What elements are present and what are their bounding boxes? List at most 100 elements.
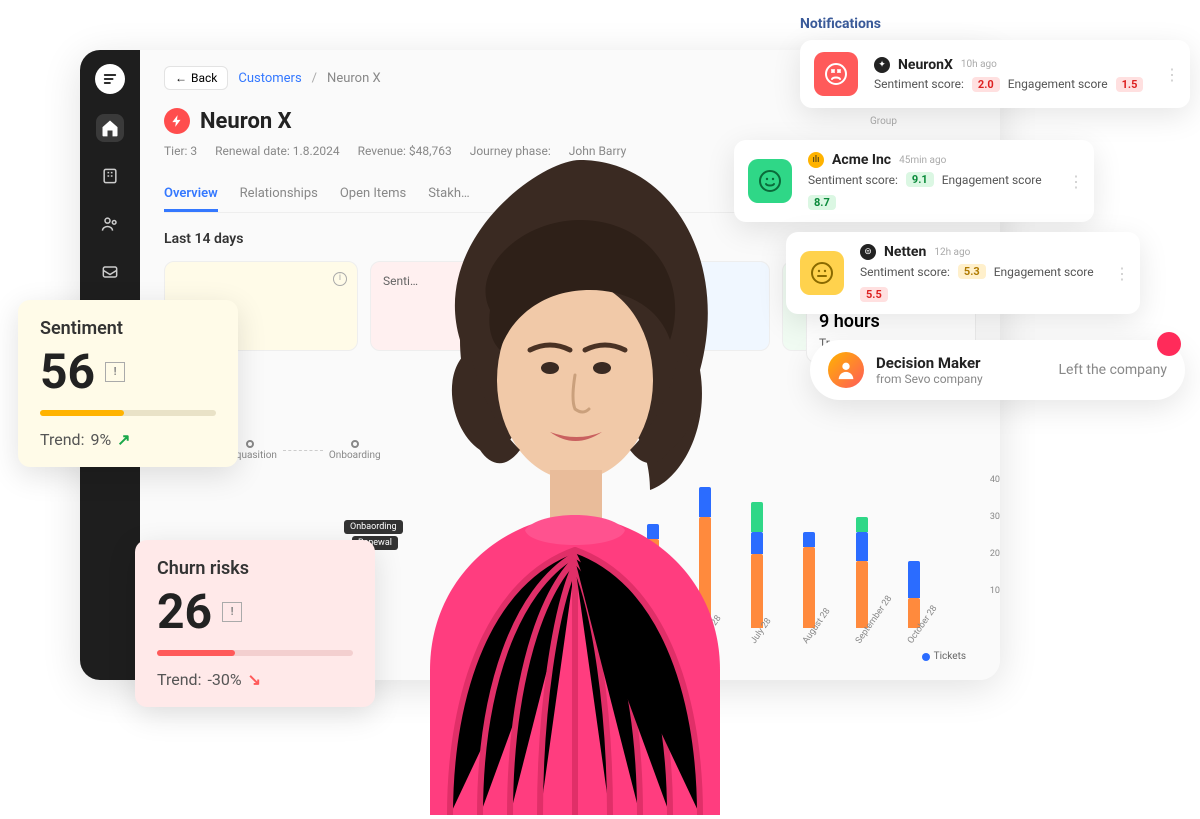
bar-segment (594, 547, 606, 628)
info-icon[interactable]: i (539, 272, 553, 286)
brand-badge-icon: ⊜ (860, 244, 876, 260)
breadcrumb-parent[interactable]: Customers (238, 71, 301, 86)
notif-time: 45min ago (899, 155, 946, 166)
people-icon (100, 214, 120, 234)
legend-label: Tickets (934, 651, 966, 662)
tickets-bar-chart: Tickets 10203040March 28April 28May 28Ju… (526, 470, 976, 650)
sent-value: 2.0 (972, 77, 1000, 92)
csm-name: John Barry (569, 144, 627, 158)
bar-segment (751, 502, 763, 532)
bar-segment (699, 517, 711, 628)
back-button-label: Back (191, 71, 217, 85)
home-icon (100, 118, 120, 138)
nav-team[interactable] (96, 210, 124, 238)
response-time-value: 9 hours (819, 311, 963, 332)
journey-row: Acquasition Onboarding (224, 440, 381, 461)
notifications-title: Notifications (800, 16, 881, 32)
arrow-down-icon: ↘ (248, 670, 261, 689)
happy-face-icon (748, 159, 792, 203)
notif-time: 12h ago (934, 247, 970, 258)
bar-segment (751, 532, 763, 554)
kpi-sentiment-trend: Trend: 9% ↗ (40, 430, 216, 449)
customer-logo (164, 108, 190, 134)
tier-badge: Tier: 3 (164, 144, 197, 158)
eng-value: 1.5 (1116, 77, 1144, 92)
inbox-icon (100, 262, 120, 282)
bar-group (641, 480, 665, 628)
nav-home[interactable] (96, 114, 124, 142)
bar-group (588, 480, 612, 628)
metric-card-3 (576, 261, 770, 351)
bar-segment (542, 573, 554, 629)
breadcrumb-current: Neuron X (327, 71, 381, 86)
more-icon[interactable]: ⋮ (1068, 172, 1080, 191)
kpi-churn-card: Churn risks 26 ! Trend: -30% ↘ (135, 540, 375, 707)
kpi-sentiment-bar (40, 410, 216, 416)
y-tick: 30 (990, 512, 1000, 522)
bar-segment (803, 547, 815, 628)
sent-label: Sentiment score: (860, 265, 950, 279)
alert-icon: ! (222, 602, 242, 622)
app-logo[interactable] (95, 64, 125, 94)
bar-segment (856, 517, 868, 532)
kpi-sentiment-title: Sentiment (40, 318, 216, 339)
metric-card-senti: Senti… i (370, 261, 564, 351)
eng-label: Engagement score (1008, 77, 1108, 91)
info-icon[interactable]: i (333, 272, 347, 286)
y-tick: 10 (990, 586, 1000, 596)
notif-name: Acme Inc (832, 152, 891, 168)
sent-label: Sentiment score: (808, 173, 898, 187)
nav-customers[interactable] (96, 162, 124, 190)
eng-value: 5.5 (860, 287, 888, 302)
sent-value: 5.3 (958, 264, 986, 279)
arrow-up-icon: ↗ (117, 430, 130, 449)
metric-label: Senti… (383, 274, 551, 288)
tab-relationships[interactable]: Relationships (240, 178, 318, 212)
eng-label: Engagement score (942, 173, 1042, 187)
sent-label: Sentiment score: (874, 77, 964, 91)
notif-name: Netten (884, 244, 926, 260)
kpi-sentiment-card: Sentiment 56 ! Trend: 9% ↗ (18, 300, 238, 467)
renewal-date: Renewal date: 1.8.2024 (215, 144, 339, 158)
bar-segment (751, 554, 763, 628)
journey-phase: Journey phase: (470, 144, 551, 158)
decision-maker-card[interactable]: Decision Maker from Sevo company Left th… (810, 340, 1185, 400)
bolt-icon (170, 114, 184, 128)
more-icon[interactable]: ⋮ (1114, 264, 1126, 283)
bar-segment (647, 524, 659, 539)
brand-badge-icon: ılı (808, 152, 824, 168)
brand-badge-icon: ✦ (874, 57, 890, 73)
notif-time: 10h ago (961, 59, 997, 70)
bar-group (745, 480, 769, 628)
journey-stage-label: Onboarding (329, 450, 381, 461)
kpi-sentiment-value: 56 (40, 343, 95, 400)
bar-segment (908, 561, 920, 598)
alert-icon: ! (105, 362, 125, 382)
avatar (828, 352, 864, 388)
tab-open-items[interactable]: Open Items (340, 178, 406, 212)
sad-face-icon (814, 52, 858, 96)
more-icon[interactable]: ⋮ (1164, 65, 1176, 84)
person-icon (835, 359, 857, 381)
dm-title: Decision Maker (876, 354, 983, 372)
nav-inbox[interactable] (96, 258, 124, 286)
notif-name: NeuronX (898, 57, 953, 73)
notification-neuronx[interactable]: ✦ NeuronX 10h ago Sentiment score: 2.0 E… (800, 40, 1190, 108)
alert-dot-icon (1157, 332, 1181, 356)
trend-label: Trend: (157, 670, 201, 689)
trend-value: 9% (90, 430, 111, 449)
notification-acme[interactable]: ılı Acme Inc 45min ago Sentiment score: … (734, 140, 1094, 222)
bar-segment (856, 532, 868, 562)
back-button[interactable]: ← Back (164, 66, 228, 90)
tab-overview[interactable]: Overview (164, 178, 218, 212)
sent-value: 9.1 (906, 172, 934, 187)
neutral-face-icon (800, 251, 844, 295)
kpi-churn-value: 26 (157, 583, 212, 640)
y-tick: 40 (990, 475, 1000, 485)
customer-header: Neuron X (164, 108, 976, 134)
notification-netten[interactable]: ⊜ Netten 12h ago Sentiment score: 5.3 En… (786, 232, 1140, 314)
tab-stakeholders[interactable]: Stakh… (428, 178, 470, 212)
pill-onboarding: Onbaording (344, 520, 403, 534)
y-tick: 20 (990, 549, 1000, 559)
dm-status: Left the company (1059, 362, 1168, 378)
